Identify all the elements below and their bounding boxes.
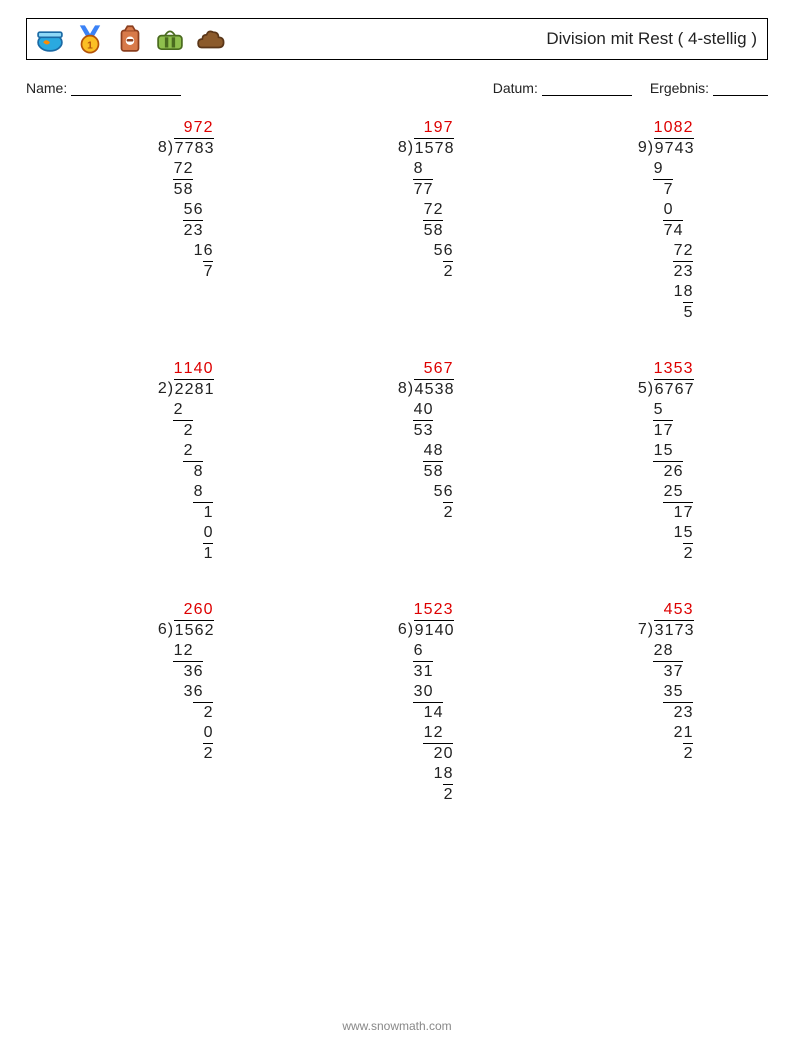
- divisor-dividend-row: 8)1578: [398, 138, 454, 159]
- divisor-dividend-row: 2)2281: [158, 379, 214, 400]
- date-blank: [542, 81, 632, 96]
- medal-icon: 1: [73, 22, 107, 56]
- food-bag-icon: [113, 22, 147, 56]
- result-blank: [713, 81, 768, 96]
- poop-icon: [193, 22, 227, 56]
- name-blank: [71, 81, 181, 96]
- date-label: Datum:: [493, 80, 538, 96]
- divisor-dividend-row: 6)9140: [398, 620, 454, 641]
- page-title: Division mit Rest ( 4-stellig ): [546, 29, 757, 49]
- divisor-dividend-row: 8)4538: [398, 379, 454, 400]
- carrier-icon: [153, 22, 187, 56]
- quotient: 1353: [653, 359, 693, 379]
- division-problem: 8)9728)77838)72585623167: [96, 118, 276, 323]
- divisor-dividend-row: 7)3173: [638, 620, 694, 641]
- result-label: Ergebnis:: [650, 80, 709, 96]
- divisor-dividend-row: 5)6767: [638, 379, 694, 400]
- header-icons: 1: [33, 22, 227, 56]
- division-problem: 2)11402)22812)22288101: [96, 359, 276, 564]
- division-problem: 7)4537)31737)28373523212: [576, 600, 756, 805]
- quotient: 972: [173, 118, 213, 138]
- svg-text:1: 1: [87, 40, 93, 51]
- division-problem: 6)2606)15626)123636202: [96, 600, 276, 805]
- quotient: 260: [173, 600, 213, 620]
- worksheet-page: 1 Division mit Rest ( 4-stellig ) Name: …: [0, 0, 794, 1053]
- division-problem: 6)15236)91406)63130141220182: [336, 600, 516, 805]
- division-problem: 8)1978)15788)8777258562: [336, 118, 516, 323]
- quotient: 567: [413, 359, 453, 379]
- division-problem: 9)10829)97439)970747223185: [576, 118, 756, 323]
- division-problem: 8)5678)45388)40534858562: [336, 359, 516, 564]
- divisor-dividend-row: 9)9743: [638, 138, 694, 159]
- footer: www.snowmath.com: [0, 1019, 794, 1033]
- divisor-dividend-row: 6)1562: [158, 620, 214, 641]
- quotient: 453: [653, 600, 693, 620]
- quotient: 1140: [173, 359, 213, 379]
- problems-grid: 8)9728)77838)72585623167 8)1978)15788)877…: [26, 118, 768, 805]
- problem-row: 8)9728)77838)72585623167 8)1978)15788)877…: [26, 118, 768, 323]
- quotient: 1523: [413, 600, 453, 620]
- problem-row: 2)11402)22812)22288101 8)5678)45388)40534…: [26, 359, 768, 564]
- quotient: 197: [413, 118, 453, 138]
- footer-url: www.snowmath.com: [342, 1019, 451, 1033]
- problem-row: 6)2606)15626)123636202 6)15236)91406)6313…: [26, 600, 768, 805]
- name-label: Name:: [26, 80, 67, 96]
- header-bar: 1 Division mit Rest ( 4-stellig ): [26, 18, 768, 60]
- fishbowl-icon: [33, 22, 67, 56]
- quotient: 1082: [653, 118, 693, 138]
- info-row: Name: Datum: Ergebnis:: [26, 80, 768, 96]
- divisor-dividend-row: 8)7783: [158, 138, 214, 159]
- division-problem: 5)13535)67675)51715262517152: [576, 359, 756, 564]
